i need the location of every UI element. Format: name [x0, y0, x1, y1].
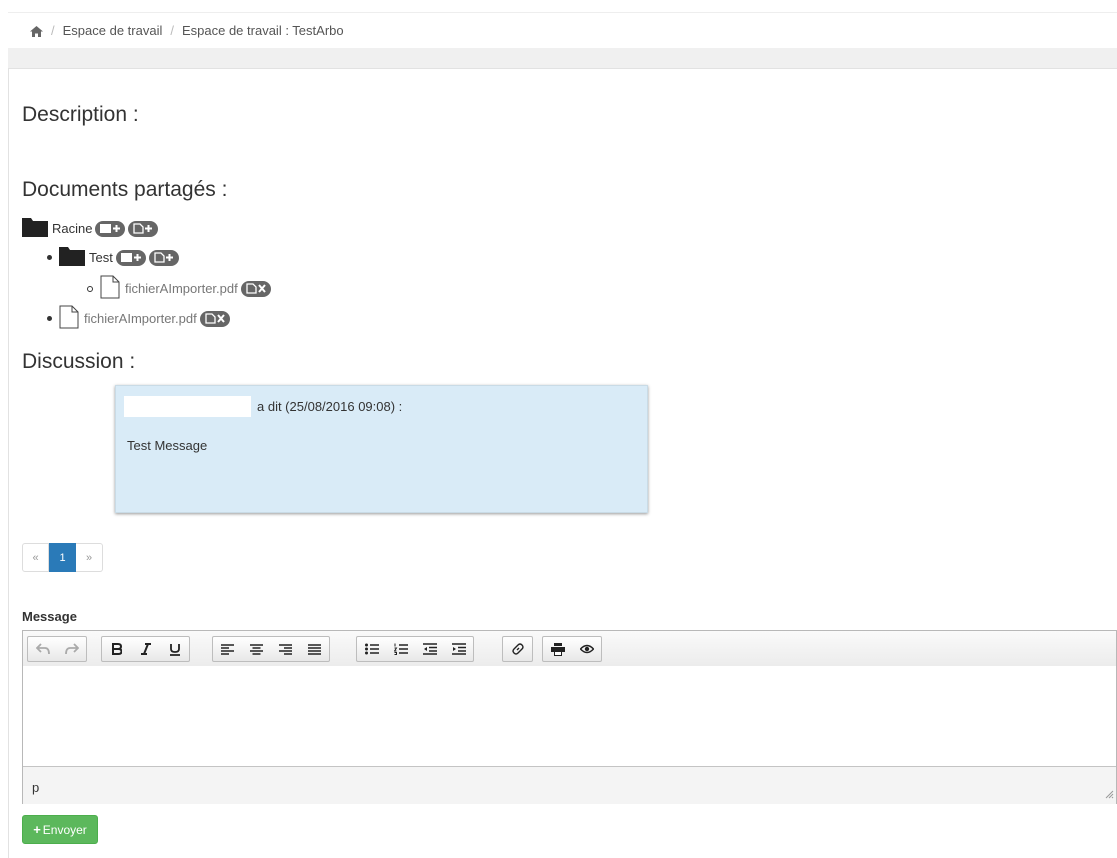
print-button[interactable]	[543, 637, 572, 661]
message-editor-area[interactable]	[23, 666, 1116, 766]
list-bullet	[47, 255, 52, 260]
align-center-icon	[250, 643, 263, 655]
add-folder-button[interactable]	[115, 249, 146, 266]
file-link[interactable]: fichierAImporter.pdf	[84, 311, 197, 326]
editor-statusbar: p	[23, 766, 1116, 804]
underline-button[interactable]	[160, 637, 189, 661]
list-bullet	[47, 316, 52, 321]
tree-file-in-root: fichierAImporter.pdf	[47, 305, 230, 332]
align-left-icon	[221, 643, 234, 655]
folder-icon[interactable]	[59, 246, 85, 269]
bullet-list-button[interactable]	[357, 637, 386, 661]
folder-label-test[interactable]: Test	[89, 250, 113, 265]
message-text: Test Message	[127, 438, 208, 453]
resize-handle-icon[interactable]	[1105, 787, 1114, 802]
pagination: « 1 »	[22, 543, 103, 572]
documents-title: Documents partagés :	[22, 178, 228, 201]
tree-file-in-test: fichierAImporter.pdf	[87, 275, 271, 302]
element-path: p	[32, 780, 40, 795]
description-title: Description :	[22, 103, 139, 126]
folder-plus-icon	[100, 224, 121, 233]
file-plus-icon	[133, 223, 153, 234]
indent-icon	[451, 643, 466, 655]
undo-icon	[35, 643, 50, 655]
editor-toolbar	[23, 631, 1116, 667]
tree-folder-test: Test	[47, 246, 179, 269]
redo-icon	[64, 643, 79, 655]
delete-file-button[interactable]	[199, 310, 230, 327]
add-folder-button[interactable]	[95, 220, 126, 237]
message-card: a dit (25/08/2016 09:08) : Test Message	[115, 385, 648, 513]
bullet-list-icon	[364, 643, 379, 655]
breadcrumb: / Espace de travail / Espace de travail …	[8, 12, 1117, 48]
message-meta: a dit (25/08/2016 09:08) :	[257, 399, 403, 414]
numbered-list-button[interactable]	[386, 637, 415, 661]
eye-icon	[579, 644, 594, 654]
pagination-prev[interactable]: «	[22, 543, 49, 572]
rich-text-editor: p	[22, 630, 1117, 804]
print-icon	[550, 642, 565, 656]
file-link[interactable]: fichierAImporter.pdf	[125, 281, 238, 296]
folder-plus-icon	[120, 253, 141, 262]
plus-icon: +	[33, 822, 41, 837]
add-file-button[interactable]	[148, 249, 179, 266]
italic-icon	[140, 643, 151, 655]
file-icon[interactable]	[100, 275, 120, 302]
breadcrumb-current: Espace de travail : TestArbo	[181, 23, 344, 38]
header-band	[8, 48, 1117, 68]
breadcrumb-separator: /	[51, 23, 55, 38]
send-button[interactable]: + Envoyer	[22, 815, 98, 844]
bold-button[interactable]	[102, 637, 131, 661]
add-file-button[interactable]	[128, 220, 159, 237]
discussion-title: Discussion :	[22, 350, 136, 373]
preview-button[interactable]	[572, 637, 601, 661]
pagination-next[interactable]: »	[76, 543, 103, 572]
indent-button[interactable]	[444, 637, 473, 661]
outdent-button[interactable]	[415, 637, 444, 661]
breadcrumb-workspace[interactable]: Espace de travail	[63, 23, 163, 38]
align-left-button[interactable]	[213, 637, 242, 661]
list-group	[356, 636, 474, 662]
align-group	[212, 636, 330, 662]
align-right-button[interactable]	[271, 637, 300, 661]
delete-file-button[interactable]	[240, 280, 271, 297]
file-icon[interactable]	[59, 305, 79, 332]
underline-icon	[169, 643, 180, 656]
numbered-list-icon	[393, 643, 408, 655]
send-button-label: Envoyer	[42, 822, 87, 837]
outdent-icon	[422, 643, 437, 655]
history-group	[27, 636, 87, 662]
align-right-icon	[279, 643, 292, 655]
breadcrumb-separator: /	[170, 23, 174, 38]
italic-button[interactable]	[131, 637, 160, 661]
redo-button[interactable]	[57, 637, 86, 661]
format-group	[101, 636, 190, 662]
folder-icon[interactable]	[22, 217, 48, 240]
list-bullet	[87, 285, 93, 292]
home-icon[interactable]	[30, 25, 43, 37]
align-justify-button[interactable]	[300, 637, 329, 661]
pagination-page[interactable]: 1	[49, 543, 76, 572]
file-delete-icon	[246, 283, 266, 294]
message-author	[124, 396, 251, 417]
folder-label-root[interactable]: Racine	[52, 221, 92, 236]
tree-root: Racine	[22, 217, 159, 240]
misc-group	[542, 636, 602, 662]
undo-button[interactable]	[28, 637, 57, 661]
align-center-button[interactable]	[242, 637, 271, 661]
link-icon	[511, 643, 524, 655]
message-label: Message	[22, 609, 77, 624]
link-button[interactable]	[503, 637, 532, 661]
file-delete-icon	[205, 313, 225, 324]
file-plus-icon	[154, 252, 173, 263]
align-justify-icon	[308, 643, 321, 655]
link-group	[502, 636, 533, 662]
bold-icon	[111, 643, 122, 655]
